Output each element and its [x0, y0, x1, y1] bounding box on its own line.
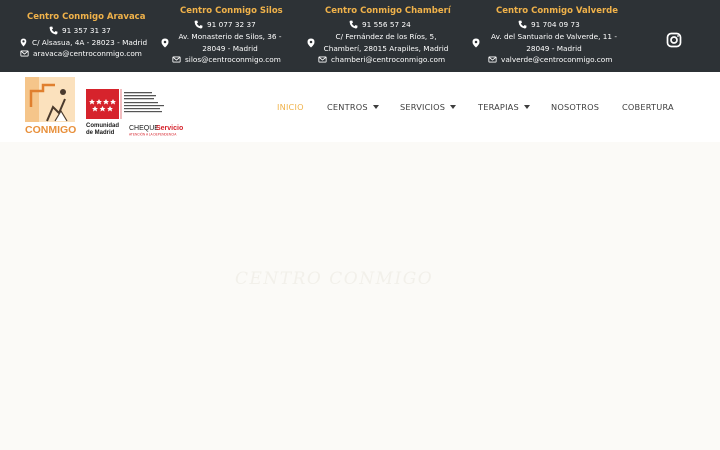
comunidad-madrid-logo: Comunidad de Madrid CHEQUE Servicio ATEN… [86, 89, 183, 137]
nav-label: NOSOTROS [551, 102, 600, 112]
map-pin-icon [20, 38, 27, 47]
instagram-icon[interactable] [666, 32, 682, 48]
email-text: chamberi@centroconmigo.com [331, 55, 446, 64]
cheque-sub-text: ATENCIÓN A LA DEPENDENCIA [129, 132, 177, 137]
phone-icon [49, 26, 58, 35]
email-text: silos@centroconmigo.com [185, 55, 281, 64]
cheque-text-1: CHEQUE [129, 125, 159, 132]
envelope-icon [172, 56, 181, 63]
hero-title: CENTRO CONMIGO [235, 269, 434, 289]
address-block: Av. del Santuario de Valverde, 11 - 2804… [488, 31, 620, 55]
hero-section: CENTRO CONMIGO [0, 142, 720, 450]
phone-icon [194, 20, 203, 29]
nav-cobertura[interactable]: COBERTURA [622, 102, 674, 112]
nav-label: COBERTURA [622, 102, 674, 112]
center-name: Centro Conmigo Silos [180, 6, 283, 16]
envelope-icon [20, 50, 29, 57]
phone-icon [518, 20, 527, 29]
logo-text: CONMIGO [25, 124, 76, 135]
phone-line[interactable]: 91 357 31 37 [49, 26, 111, 35]
map-pin-icon [472, 38, 480, 48]
nav-label: SERVICIOS [400, 102, 446, 112]
email-line[interactable]: valverde@centroconmigo.com [488, 55, 612, 64]
top-contact-bar: Centro Conmigo Aravaca 91 357 31 37 C/ A… [0, 0, 720, 72]
nav-label: CENTROS [327, 102, 368, 112]
address-line-2: Chamberí, 28015 Arapiles, Madrid [323, 44, 449, 53]
email-text: valverde@centroconmigo.com [501, 55, 613, 64]
nav-nosotros[interactable]: NOSOTROS [551, 102, 599, 112]
cam-text-1: Comunidad [86, 123, 119, 129]
address-line-1: Av. del Santuario de Valverde, 11 - [491, 32, 617, 41]
chevron-down-icon [372, 105, 379, 109]
phone-number: 91 077 32 37 [207, 20, 256, 29]
address-line-1: Av. Monasterio de Silos, 36 - [178, 32, 282, 41]
cam-text-2: de Madrid [86, 130, 115, 136]
nav-centros[interactable]: CENTROS [327, 102, 379, 112]
phone-icon [349, 20, 358, 29]
map-pin-icon [307, 38, 315, 48]
address-line-1: C/ Fernández de los Ríos, 5, [335, 32, 437, 41]
phone-line[interactable]: 91 704 09 73 [518, 20, 580, 29]
address-line-2: 28049 - Madrid [202, 44, 258, 53]
center-name: Centro Conmigo Valverde [496, 6, 619, 16]
phone-line[interactable]: 91 556 57 24 [349, 20, 411, 29]
address-line-2: 28049 - Madrid [526, 44, 582, 53]
address-block: C/ Fernández de los Ríos, 5, Chamberí, 2… [322, 31, 450, 55]
map-pin-icon [161, 38, 169, 48]
chevron-down-icon [523, 105, 530, 109]
address-line: C/ Alsasua, 4A - 28023 - Madrid [19, 38, 147, 47]
center-name: Centro Conmigo Aravaca [27, 12, 146, 22]
phone-line[interactable]: 91 077 32 37 [194, 20, 256, 29]
address-text: C/ Alsasua, 4A - 28023 - Madrid [32, 38, 148, 47]
envelope-icon [318, 56, 327, 63]
nav-inicio[interactable]: INICIO [277, 102, 304, 112]
center-name: Centro Conmigo Chamberí [325, 6, 451, 16]
nav-servicios[interactable]: SERVICIOS [400, 102, 457, 112]
phone-number: 91 357 31 37 [62, 26, 111, 35]
email-line[interactable]: chamberi@centroconmigo.com [318, 55, 445, 64]
address-block: Av. Monasterio de Silos, 36 - 28049 - Ma… [172, 31, 288, 55]
chevron-down-icon [450, 105, 457, 109]
phone-number: 91 556 57 24 [362, 20, 411, 29]
email-line[interactable]: silos@centroconmigo.com [172, 55, 281, 64]
nav-label: INICIO [277, 102, 304, 112]
conmigo-logo[interactable]: CONMIGO [25, 77, 77, 135]
cheque-text-2: Servicio [156, 125, 183, 132]
phone-number: 91 704 09 73 [531, 20, 580, 29]
envelope-icon [488, 56, 497, 63]
email-text: aravaca@centroconmigo.com [33, 49, 142, 58]
site-header: CONMIGO Comunidad de Madrid CHEQUE Servi… [0, 72, 720, 142]
email-line[interactable]: aravaca@centroconmigo.com [20, 49, 142, 58]
nav-terapias[interactable]: TERAPIAS [478, 102, 530, 112]
nav-label: TERAPIAS [478, 102, 519, 112]
